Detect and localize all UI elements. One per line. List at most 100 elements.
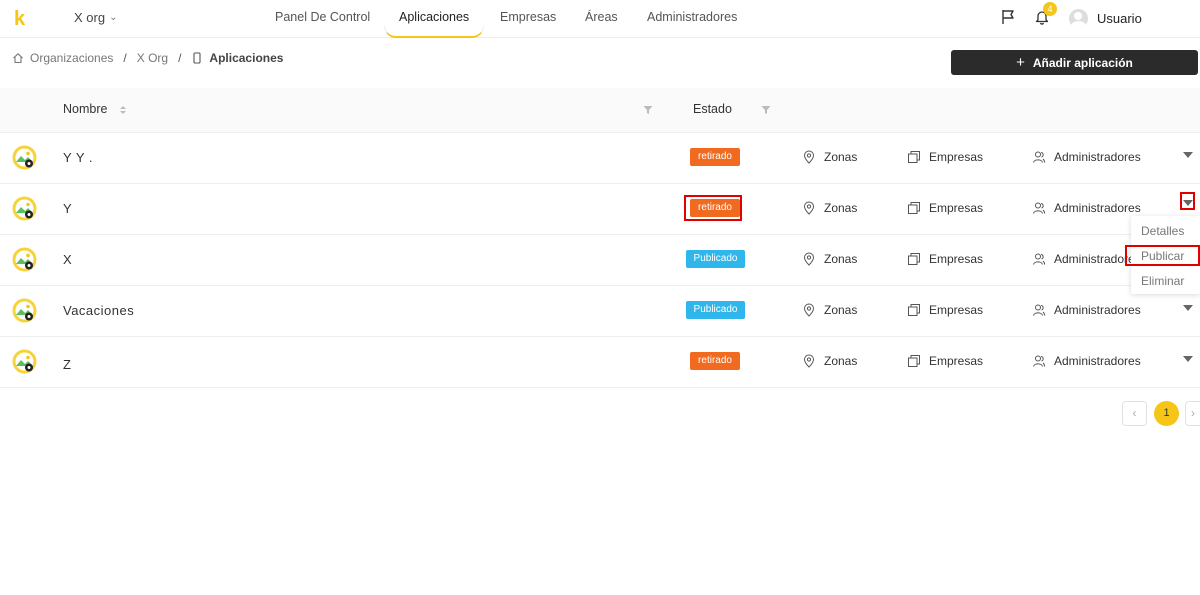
notification-badge: 4	[1043, 2, 1057, 16]
zones-link[interactable]: Zonas	[802, 303, 857, 317]
zones-label: Zonas	[824, 252, 858, 266]
location-pin-icon	[803, 252, 815, 266]
caret-down-icon[interactable]	[1183, 152, 1193, 158]
administrators-label: Administradores	[1054, 201, 1141, 215]
menu-item-delete[interactable]: Eliminar	[1131, 274, 1200, 288]
pagination-next-button[interactable]: ›	[1185, 401, 1200, 426]
companies-link[interactable]: Empresas	[907, 201, 983, 215]
copy-icon	[908, 151, 920, 163]
companies-label: Empresas	[929, 354, 984, 368]
users-icon	[1033, 253, 1046, 265]
companies-link[interactable]: Empresas	[907, 252, 983, 266]
zones-label: Zonas	[824, 303, 858, 317]
app-name[interactable]: Z	[63, 357, 71, 372]
location-pin-icon	[803, 201, 815, 215]
app-image-icon	[12, 196, 37, 221]
nav-tab-companies[interactable]: Empresas	[500, 10, 556, 24]
users-icon	[1033, 304, 1046, 316]
status-badge: retirado	[690, 148, 740, 166]
zones-link[interactable]: Zonas	[802, 252, 857, 266]
location-pin-icon	[803, 354, 815, 368]
top-navbar: k X org ⌄ Panel De Control Aplicaciones …	[0, 0, 1200, 38]
flag-icon[interactable]	[1000, 9, 1016, 25]
breadcrumb-organizations[interactable]: Organizaciones	[30, 51, 113, 65]
companies-label: Empresas	[929, 150, 984, 164]
highlight-box	[1125, 245, 1200, 266]
column-header-status[interactable]: Estado	[693, 102, 732, 116]
companies-link[interactable]: Empresas	[907, 150, 983, 164]
table-header: Nombre Estado	[0, 88, 1200, 133]
app-name[interactable]: Y Y .	[63, 150, 93, 165]
filter-icon[interactable]	[761, 105, 771, 115]
app-image-icon	[12, 145, 37, 170]
companies-label: Empresas	[929, 252, 984, 266]
nav-active-indicator	[384, 26, 484, 38]
nav-tab-administrators[interactable]: Administradores	[647, 10, 737, 24]
breadcrumb-org[interactable]: X Org	[137, 51, 168, 65]
app-name[interactable]: Vacaciones	[63, 303, 134, 318]
filter-icon[interactable]	[643, 105, 653, 115]
users-icon	[1033, 202, 1046, 214]
copy-icon	[908, 355, 920, 367]
menu-item-details[interactable]: Detalles	[1131, 224, 1200, 238]
zones-link[interactable]: Zonas	[802, 201, 857, 215]
administrators-link[interactable]: Administradores	[1032, 201, 1141, 215]
location-pin-icon	[803, 303, 815, 317]
table-row: Y retirado Zonas Empresas Administradore…	[0, 184, 1200, 235]
nav-tab-dashboard[interactable]: Panel De Control	[275, 10, 370, 24]
chevron-down-icon: ⌄	[109, 12, 118, 23]
app-name[interactable]: X	[63, 252, 72, 267]
companies-link[interactable]: Empresas	[907, 354, 983, 368]
administrators-link[interactable]: Administradores	[1032, 303, 1141, 317]
zones-label: Zonas	[824, 354, 858, 368]
user-avatar[interactable]	[1069, 9, 1088, 28]
breadcrumb-separator: /	[178, 51, 182, 65]
app-image-icon	[12, 298, 37, 323]
zones-link[interactable]: Zonas	[802, 150, 857, 164]
status-badge: retirado	[690, 352, 740, 370]
sort-icon[interactable]	[119, 104, 127, 116]
column-header-name[interactable]: Nombre	[63, 102, 107, 116]
highlight-box	[1180, 192, 1195, 210]
copy-icon	[908, 202, 920, 214]
location-pin-icon	[803, 150, 815, 164]
app-name[interactable]: Y	[63, 201, 72, 216]
nav-tab-applications[interactable]: Aplicaciones	[399, 10, 469, 24]
status-badge: Publicado	[686, 250, 745, 268]
org-selector[interactable]: X org ⌄	[74, 10, 117, 25]
companies-link[interactable]: Empresas	[907, 303, 983, 317]
add-application-button[interactable]: + Añadir aplicación	[951, 50, 1198, 75]
companies-label: Empresas	[929, 303, 984, 317]
administrators-label: Administradores	[1054, 150, 1141, 164]
copy-icon	[908, 304, 920, 316]
copy-icon	[908, 253, 920, 265]
caret-down-icon[interactable]	[1183, 356, 1193, 362]
nav-tab-areas[interactable]: Áreas	[585, 10, 618, 24]
pagination-prev-button[interactable]: ‹	[1122, 401, 1147, 426]
users-icon	[1033, 151, 1046, 163]
zones-label: Zonas	[824, 150, 858, 164]
status-badge: Publicado	[686, 301, 745, 319]
companies-label: Empresas	[929, 201, 984, 215]
home-icon	[13, 53, 23, 64]
app-logo[interactable]: k	[14, 8, 25, 31]
table-row: Vacaciones Publicado Zonas Empresas Admi…	[0, 286, 1200, 337]
administrators-link[interactable]: Administradores	[1032, 150, 1141, 164]
org-selector-label: X org	[74, 10, 106, 25]
breadcrumb-applications: Aplicaciones	[209, 51, 284, 65]
table-row: Y Y . retirado Zonas Empresas Administra…	[0, 133, 1200, 184]
administrators-link[interactable]: Administradores	[1032, 354, 1141, 368]
user-name[interactable]: Usuario	[1097, 11, 1142, 26]
table-row: Z retirado Zonas Empresas Administradore…	[0, 337, 1200, 388]
caret-down-icon[interactable]	[1183, 305, 1193, 311]
mobile-icon	[193, 52, 201, 64]
administrators-label: Administradores	[1054, 303, 1141, 317]
app-image-icon	[12, 247, 37, 272]
zones-link[interactable]: Zonas	[802, 354, 857, 368]
app-image-icon	[12, 349, 37, 374]
pagination-current-page[interactable]: 1	[1154, 401, 1179, 426]
zones-label: Zonas	[824, 201, 858, 215]
breadcrumb: Organizaciones / X Org / Aplicaciones	[12, 51, 283, 65]
table-row: X Publicado Zonas Empresas Administrador…	[0, 235, 1200, 286]
breadcrumb-separator: /	[123, 51, 127, 65]
